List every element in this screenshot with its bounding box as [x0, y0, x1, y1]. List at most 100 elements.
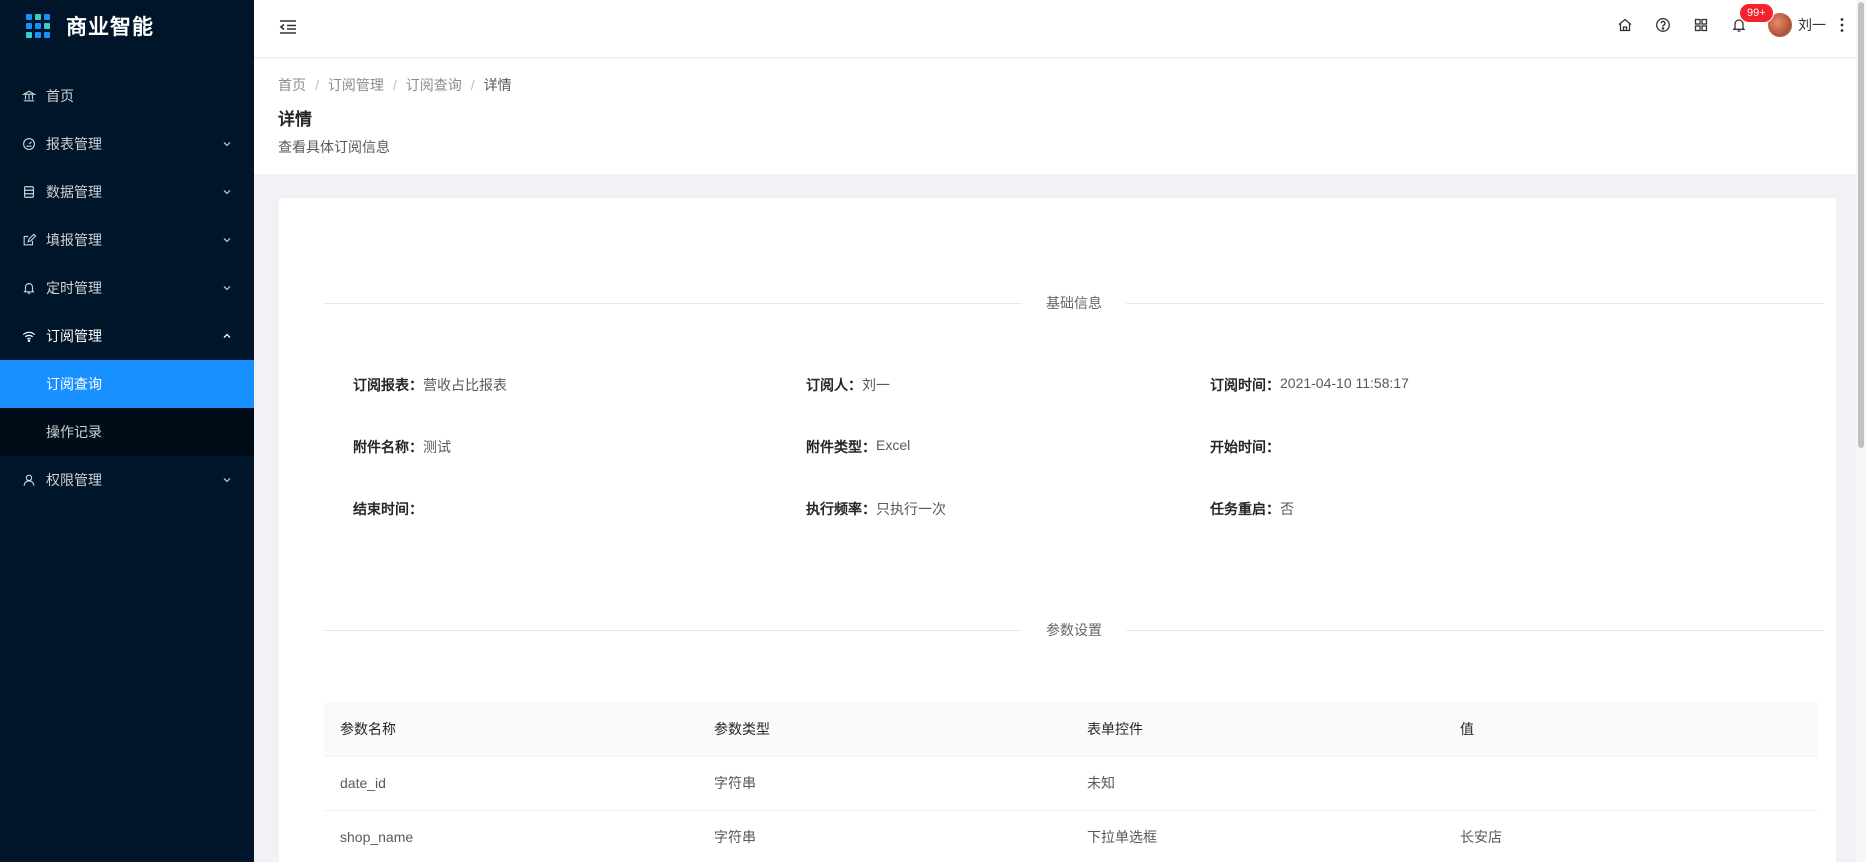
table-row: date_id 字符串 未知 [324, 756, 1818, 811]
page-title: 详情 [278, 110, 312, 129]
sidebar-item-permissions[interactable]: 权限管理 [0, 456, 254, 504]
breadcrumb-subscription-management[interactable]: 订阅管理 [328, 75, 384, 95]
top-header: 99+ 刘一 [254, 0, 1866, 58]
sidebar-item-reports[interactable]: 报表管理 [0, 120, 254, 168]
desc-item-attachment-type: 附件类型： Excel [806, 437, 1210, 457]
sidebar-item-schedule[interactable]: 定时管理 [0, 264, 254, 312]
logo[interactable]: 商业智能 [0, 0, 254, 52]
sidebar: 商业智能 首页 报表管理 数据管理 填报管理 定时管理 订阅管理 订阅查询 操作… [0, 0, 254, 862]
table-row: shop_name 字符串 下拉单选框 长安店 [324, 810, 1818, 862]
chevron-down-icon [222, 139, 232, 149]
form-icon [22, 233, 36, 247]
basic-info-divider: 基础信息 [324, 293, 1824, 313]
dashboard-icon [22, 137, 36, 151]
breadcrumb-separator: / [392, 77, 397, 93]
breadcrumb-home[interactable]: 首页 [278, 75, 306, 95]
column-header: 值 [1444, 702, 1818, 757]
sidebar-subitem-subscription-query[interactable]: 订阅查询 [0, 360, 254, 408]
desc-label: 订阅报表： [353, 377, 423, 393]
scrollbar-thumb[interactable] [1858, 2, 1864, 448]
notification-bell-icon[interactable]: 99+ [1720, 0, 1773, 50]
table-cell [1444, 756, 1818, 811]
user-menu[interactable]: 刘一 [1768, 0, 1826, 50]
sidebar-subitem-operation-log[interactable]: 操作记录 [0, 408, 254, 456]
app-title: 商业智能 [66, 16, 154, 39]
desc-label: 附件名称： [353, 439, 423, 455]
column-header: 参数类型 [698, 702, 1071, 757]
desc-label: 开始时间： [1210, 439, 1280, 455]
desc-item-task-restart: 任务重启： 否 [1210, 499, 1610, 519]
bell-icon [22, 281, 36, 295]
desc-item-subscribe-time: 订阅时间： 2021-04-10 11:58:17 [1210, 375, 1610, 395]
sidebar-item-label: 报表管理 [46, 136, 102, 152]
breadcrumb-separator: / [315, 77, 319, 93]
sidebar-item-forms[interactable]: 填报管理 [0, 216, 254, 264]
desc-label: 执行频率： [806, 501, 876, 517]
desc-label: 订阅人： [806, 377, 862, 393]
desc-value: Excel [876, 437, 911, 453]
sidebar-item-label: 首页 [46, 88, 74, 104]
sidebar-item-label: 填报管理 [46, 232, 102, 248]
column-header: 表单控件 [1071, 702, 1444, 757]
sidebar-item-data[interactable]: 数据管理 [0, 168, 254, 216]
desc-row: 结束时间： 执行频率： 只执行一次 任务重启： 否 [353, 478, 1803, 540]
table-cell: 字符串 [698, 810, 1071, 862]
chevron-down-icon [222, 187, 232, 197]
detail-card: 基础信息 订阅报表： 营收占比报表 订阅人： 刘一 订阅时间： 2021-04-… [279, 198, 1836, 862]
wifi-icon [22, 329, 36, 343]
page-header: 首页 / 订阅管理 / 订阅查询 / 详情 详情 查看具体订阅信息 [254, 59, 1856, 174]
sidebar-item-label: 权限管理 [46, 472, 102, 488]
sidebar-item-label: 订阅管理 [46, 328, 102, 344]
breadcrumb: 首页 / 订阅管理 / 订阅查询 / 详情 [278, 75, 1832, 95]
chevron-down-icon [222, 235, 232, 245]
sidebar-item-home[interactable]: 首页 [0, 72, 254, 120]
desc-value: 测试 [423, 439, 451, 455]
database-icon [22, 185, 36, 199]
header-actions: 99+ 刘一 [1606, 0, 1854, 50]
user-name: 刘一 [1798, 17, 1826, 33]
desc-label: 附件类型： [806, 439, 876, 455]
desc-item-start-time: 开始时间： [1210, 437, 1610, 457]
section-title: 参数设置 [1046, 622, 1102, 638]
desc-value: 2021-04-10 11:58:17 [1280, 375, 1409, 391]
desc-value: 只执行一次 [876, 501, 946, 517]
desc-value: 刘一 [862, 377, 890, 393]
help-icon[interactable] [1644, 0, 1682, 50]
desc-row: 附件名称： 测试 附件类型： Excel 开始时间： [353, 416, 1803, 478]
breadcrumb-subscription-query[interactable]: 订阅查询 [406, 75, 462, 95]
desc-item-subscriber: 订阅人： 刘一 [806, 375, 1210, 395]
user-icon [22, 473, 36, 487]
desc-item-attachment-name: 附件名称： 测试 [353, 437, 806, 457]
table-cell: date_id [324, 756, 698, 811]
sidebar-item-subscriptions[interactable]: 订阅管理 [0, 312, 254, 360]
chevron-up-icon [222, 331, 232, 341]
menu-fold-icon[interactable] [278, 17, 298, 37]
page-description: 查看具体订阅信息 [278, 139, 390, 155]
table-cell: 长安店 [1444, 810, 1818, 862]
sidebar-item-label: 数据管理 [46, 184, 102, 200]
notification-badge: 99+ [1740, 4, 1773, 22]
desc-item-end-time: 结束时间： [353, 499, 806, 519]
table-cell: 字符串 [698, 756, 1071, 811]
chevron-down-icon [222, 475, 232, 485]
sidebar-menu: 首页 报表管理 数据管理 填报管理 定时管理 订阅管理 订阅查询 操作记录 权限… [0, 72, 254, 504]
logo-icon [26, 14, 50, 38]
sidebar-item-label: 定时管理 [46, 280, 102, 296]
table-cell: 未知 [1071, 756, 1444, 811]
table-cell: shop_name [324, 810, 698, 862]
column-header: 参数名称 [324, 702, 698, 757]
desc-row: 订阅报表： 营收占比报表 订阅人： 刘一 订阅时间： 2021-04-10 11… [353, 354, 1803, 416]
desc-item-frequency: 执行频率： 只执行一次 [806, 499, 1210, 519]
bank-icon [22, 89, 36, 103]
section-title: 基础信息 [1046, 295, 1102, 311]
breadcrumb-separator: / [470, 77, 475, 93]
home-icon[interactable] [1606, 0, 1644, 50]
desc-label: 订阅时间： [1210, 377, 1280, 393]
desc-item-report: 订阅报表： 营收占比报表 [353, 375, 806, 395]
basic-info-descriptions: 订阅报表： 营收占比报表 订阅人： 刘一 订阅时间： 2021-04-10 11… [353, 354, 1803, 540]
more-vertical-icon[interactable] [1830, 0, 1854, 50]
page-scrollbar[interactable] [1856, 0, 1866, 862]
desc-label: 任务重启： [1210, 501, 1280, 517]
table-header-row: 参数名称 参数类型 表单控件 值 [324, 702, 1818, 757]
apps-icon[interactable] [1682, 0, 1720, 50]
